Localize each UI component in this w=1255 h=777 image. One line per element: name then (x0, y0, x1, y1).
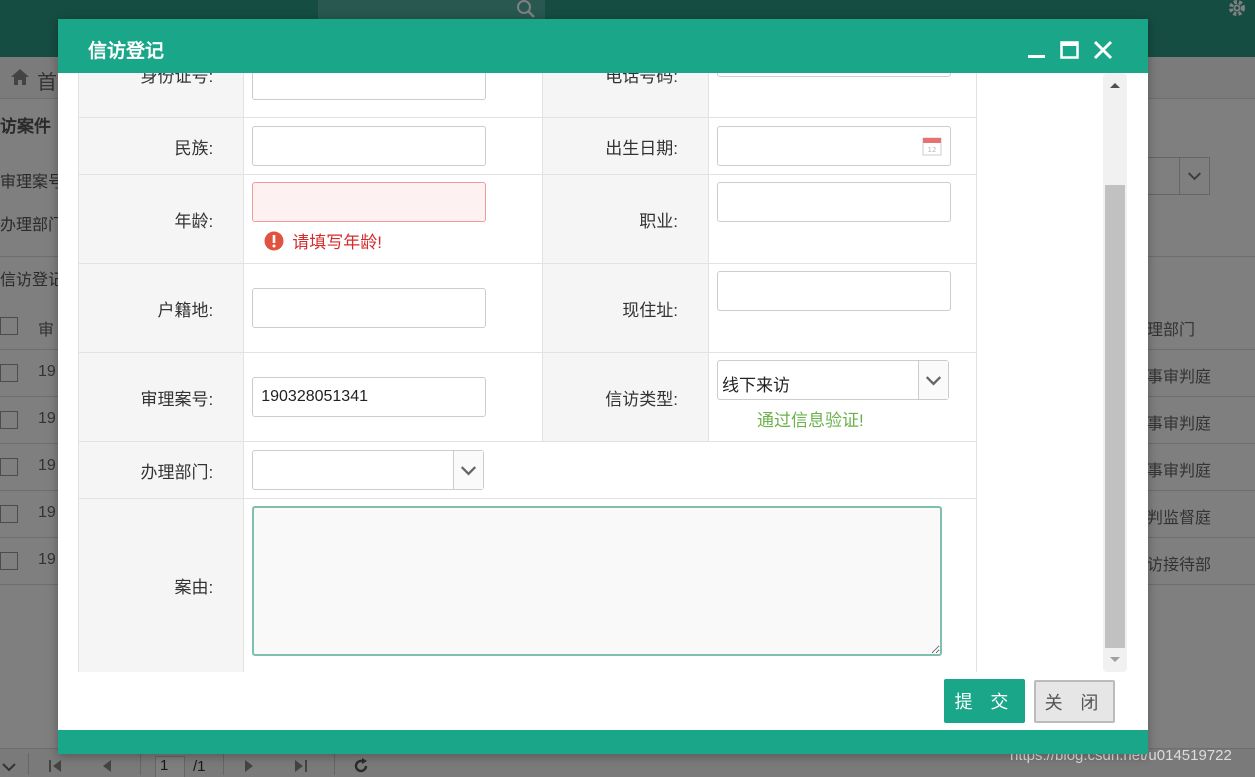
id-number-field[interactable] (252, 73, 487, 100)
household-label: 户籍地: (78, 263, 245, 353)
ethnicity-field[interactable] (252, 126, 487, 166)
dialog-header[interactable]: 信访登记 (58, 19, 1148, 73)
birth-date-picker[interactable]: 12 (717, 126, 951, 166)
visit-type-select[interactable]: 线下来访 (717, 360, 949, 400)
reason-textarea[interactable] (252, 506, 943, 656)
scrollbar-thumb[interactable] (1105, 185, 1125, 648)
form-scroll-area[interactable]: 身份证号: 电话号码: 民族: 出生日期: 12 年龄: 请填写年龄! 职业: … (78, 73, 1126, 672)
case-number-label: 审理案号: (78, 352, 245, 442)
scroll-up-arrow-icon[interactable] (1103, 73, 1127, 97)
household-field[interactable] (252, 288, 487, 328)
department-label: 办理部门: (78, 441, 245, 499)
close-icon[interactable] (1092, 39, 1114, 61)
visit-register-dialog: 信访登记 身份证号: 电话号码: 民族: 出生日期: 12 年龄: 请填写年龄!… (58, 19, 1148, 754)
birth-date-field[interactable] (717, 126, 951, 166)
minimize-icon[interactable] (1026, 39, 1048, 61)
svg-text:12: 12 (928, 146, 937, 154)
maximize-icon[interactable] (1059, 39, 1081, 61)
dialog-title: 信访登记 (88, 40, 165, 62)
visit-type-value: 线下来访 (722, 376, 790, 395)
case-number-field[interactable] (252, 377, 487, 417)
occupation-field[interactable] (717, 182, 951, 222)
dialog-footer-bar (58, 730, 1148, 754)
ethnicity-label: 民族: (78, 117, 245, 175)
calendar-icon[interactable]: 12 (921, 135, 943, 157)
close-button[interactable]: 关 闭 (1034, 680, 1115, 723)
occupation-label: 职业: (542, 174, 709, 264)
register-form: 身份证号: 电话号码: 民族: 出生日期: 12 年龄: 请填写年龄! 职业: … (78, 73, 977, 672)
visit-type-success-message: 通过信息验证! (757, 411, 864, 430)
vertical-scrollbar[interactable] (1103, 73, 1127, 672)
age-error-message: 请填写年龄! (252, 228, 542, 253)
chevron-down-icon[interactable] (918, 361, 948, 399)
birth-date-label: 出生日期: (542, 117, 709, 175)
chevron-down-icon[interactable] (453, 451, 484, 489)
phone-label: 电话号码: (542, 73, 709, 118)
age-field[interactable] (252, 182, 487, 222)
phone-field[interactable] (717, 73, 951, 77)
address-label: 现住址: (542, 263, 709, 353)
error-icon (264, 231, 284, 250)
department-select[interactable] (252, 450, 485, 490)
address-field[interactable] (717, 271, 951, 311)
reason-label: 案由: (78, 498, 245, 672)
age-error-text: 请填写年龄! (292, 233, 382, 252)
visit-type-label: 信访类型: (542, 352, 709, 442)
id-number-label: 身份证号: (78, 73, 245, 118)
scroll-down-arrow-icon[interactable] (1103, 648, 1127, 672)
age-label: 年龄: (78, 174, 245, 264)
submit-button[interactable]: 提 交 (944, 679, 1025, 723)
